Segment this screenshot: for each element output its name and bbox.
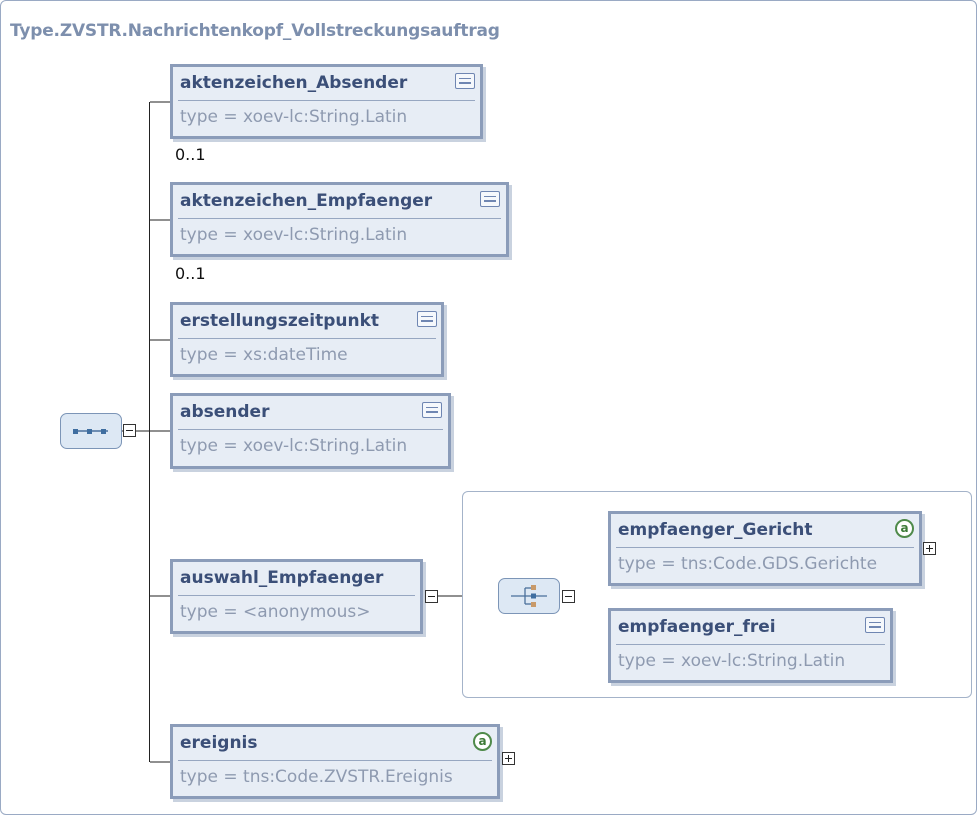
element-separator <box>178 218 501 219</box>
element-empfaenger-frei[interactable]: empfaenger_frei type = xoev-lc:String.La… <box>608 608 893 683</box>
element-name: aktenzeichen_Absender <box>180 73 408 93</box>
element-type: type = xoev-lc:String.Latin <box>180 107 408 127</box>
choice-compositor[interactable] <box>498 578 560 614</box>
empfaenger-gericht-expand-toggle[interactable] <box>923 542 936 555</box>
element-separator <box>178 100 475 101</box>
element-name: aktenzeichen_Empfaenger <box>180 191 433 211</box>
auswahl-collapse-toggle[interactable] <box>425 590 438 603</box>
choice-collapse-toggle[interactable] <box>562 590 575 603</box>
occurrence-label: 0..1 <box>175 264 206 283</box>
documentation-icon <box>865 617 885 633</box>
attribute-icon: a <box>895 519 914 538</box>
choice-icon <box>511 585 547 607</box>
element-ereignis[interactable]: ereignis a type = tns:Code.ZVSTR.Ereigni… <box>170 724 500 799</box>
element-aktenzeichen-absender[interactable]: aktenzeichen_Absender type = xoev-lc:Str… <box>170 64 483 139</box>
element-name: ereignis <box>180 733 258 753</box>
element-separator <box>178 760 492 761</box>
occurrence-label: 0..1 <box>175 145 206 164</box>
element-type: type = xs:dateTime <box>180 345 348 365</box>
element-empfaenger-gericht[interactable]: empfaenger_Gericht a type = tns:Code.GDS… <box>608 511 922 586</box>
element-type: type = xoev-lc:String.Latin <box>180 436 408 456</box>
element-name: empfaenger_frei <box>618 617 776 637</box>
documentation-icon <box>422 402 442 418</box>
sequence-collapse-toggle[interactable] <box>123 424 136 437</box>
ereignis-expand-toggle[interactable] <box>502 752 515 765</box>
element-name: absender <box>180 402 270 422</box>
element-type: type = tns:Code.GDS.Gerichte <box>618 554 878 574</box>
documentation-icon <box>480 191 500 207</box>
element-aktenzeichen-empfaenger[interactable]: aktenzeichen_Empfaenger type = xoev-lc:S… <box>170 182 509 257</box>
sequence-compositor[interactable] <box>60 413 122 449</box>
documentation-icon <box>417 311 437 327</box>
element-name: auswahl_Empfaenger <box>180 568 384 588</box>
element-auswahl-empfaenger[interactable]: auswahl_Empfaenger type = <anonymous> <box>170 559 423 634</box>
element-separator <box>178 338 436 339</box>
element-separator <box>616 644 885 645</box>
element-erstellungszeitpunkt[interactable]: erstellungszeitpunkt type = xs:dateTime <box>170 302 444 377</box>
documentation-icon <box>455 73 475 89</box>
attribute-icon: a <box>473 732 492 751</box>
element-type: type = tns:Code.ZVSTR.Ereignis <box>180 767 453 787</box>
element-separator <box>616 547 914 548</box>
element-type: type = xoev-lc:String.Latin <box>180 225 408 245</box>
element-separator <box>178 429 443 430</box>
element-name: empfaenger_Gericht <box>618 520 813 540</box>
element-name: erstellungszeitpunkt <box>180 311 380 331</box>
sequence-icon <box>73 429 108 434</box>
element-separator <box>178 595 415 596</box>
element-type: type = <anonymous> <box>180 602 371 622</box>
element-absender[interactable]: absender type = xoev-lc:String.Latin <box>170 393 451 469</box>
element-type: type = xoev-lc:String.Latin <box>618 651 846 671</box>
